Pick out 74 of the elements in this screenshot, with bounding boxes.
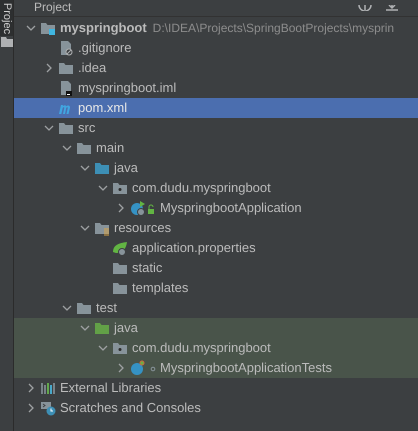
item-label: resources — [114, 220, 172, 236]
chevron-down-icon[interactable] — [26, 25, 36, 31]
item-label: pom.xml — [78, 100, 128, 116]
libraries-icon — [40, 380, 56, 396]
chevron-right-icon[interactable] — [118, 203, 124, 213]
item-label: MyspringbootApplicationTests — [160, 360, 332, 376]
item-label: com.dudu.myspringboot — [132, 340, 271, 356]
scratches-icon — [40, 400, 56, 416]
chevron-down-icon[interactable] — [98, 185, 108, 191]
item-label: com.dudu.myspringboot — [132, 180, 271, 196]
tree-item[interactable]: com.dudu.myspringboot — [14, 338, 418, 358]
leaf-icon — [112, 240, 128, 256]
file-icon — [58, 80, 74, 96]
chevron-down-icon[interactable] — [80, 225, 90, 231]
folder-icon — [94, 160, 110, 176]
folder-icon — [76, 300, 92, 316]
item-label: External Libraries — [60, 380, 162, 396]
item-label: main — [96, 140, 124, 156]
folder-icon — [112, 260, 128, 276]
chevron-down-icon[interactable] — [98, 345, 108, 351]
tree-item[interactable]: myspringboot.iml — [14, 78, 418, 98]
chevron-down-icon[interactable] — [80, 325, 90, 331]
folder-icon — [112, 280, 128, 296]
class-icon — [130, 360, 156, 376]
item-label: .idea — [78, 60, 106, 76]
tree-item[interactable]: java — [14, 318, 418, 338]
tree-item[interactable]: templates — [14, 278, 418, 298]
panel-title[interactable]: Project — [34, 0, 72, 15]
item-label: myspringboot.iml — [78, 80, 176, 96]
chevron-down-icon[interactable] — [44, 125, 54, 131]
file-icon — [58, 40, 74, 56]
chevron-right-icon[interactable] — [118, 363, 124, 373]
tree-item[interactable]: application.properties — [14, 238, 418, 258]
package-icon — [112, 340, 128, 356]
item-label: .gitignore — [78, 40, 132, 56]
tree-item[interactable]: com.dudu.myspringboot — [14, 178, 418, 198]
tree-item[interactable]: java — [14, 158, 418, 178]
tree-item[interactable]: test — [14, 298, 418, 318]
tree-item[interactable]: resources — [14, 218, 418, 238]
item-label: myspringboot — [60, 20, 147, 36]
item-label: Scratches and Consoles — [60, 400, 201, 416]
tree-item[interactable]: .idea — [14, 58, 418, 78]
item-label: static — [132, 260, 162, 276]
item-label: java — [114, 320, 138, 336]
item-label: application.properties — [132, 240, 256, 256]
folder-icon — [94, 320, 110, 336]
tree-item[interactable]: myspringboot D:\IDEA\Projects\SpringBootProjects\mysprin — [14, 18, 418, 38]
item-label: MyspringbootApplication — [160, 200, 302, 216]
item-label: templates — [132, 280, 188, 296]
item-label: test — [96, 300, 117, 316]
chevron-right-icon[interactable] — [46, 63, 52, 73]
chevron-down-icon[interactable] — [62, 305, 72, 311]
folder-icon — [94, 220, 110, 236]
tree-item[interactable]: MyspringbootApplicationTests — [14, 358, 418, 378]
chevron-down-icon[interactable] — [80, 165, 90, 171]
chevron-down-icon[interactable] — [62, 145, 72, 151]
item-label: java — [114, 160, 138, 176]
class-icon — [130, 200, 156, 216]
project-path: D:\IDEA\Projects\SpringBootProjects\mysprin — [152, 21, 394, 35]
item-label: src — [78, 120, 96, 136]
module-icon — [40, 20, 56, 36]
tree-item[interactable]: .gitignore — [14, 38, 418, 58]
folder-icon — [58, 120, 74, 136]
tree-item[interactable]: static — [14, 258, 418, 278]
tree-item[interactable]: main — [14, 138, 418, 158]
tree-item[interactable]: pom.xml — [14, 98, 418, 118]
download-icon[interactable] — [386, 5, 398, 11]
tree-item[interactable]: External Libraries — [14, 378, 418, 398]
package-icon — [112, 180, 128, 196]
folder-icon — [58, 60, 74, 76]
folder-icon — [76, 140, 92, 156]
tree-item[interactable]: Scratches and Consoles — [14, 398, 418, 418]
tree-item[interactable]: src — [14, 118, 418, 138]
tree-item[interactable]: MyspringbootApplication — [14, 198, 418, 218]
